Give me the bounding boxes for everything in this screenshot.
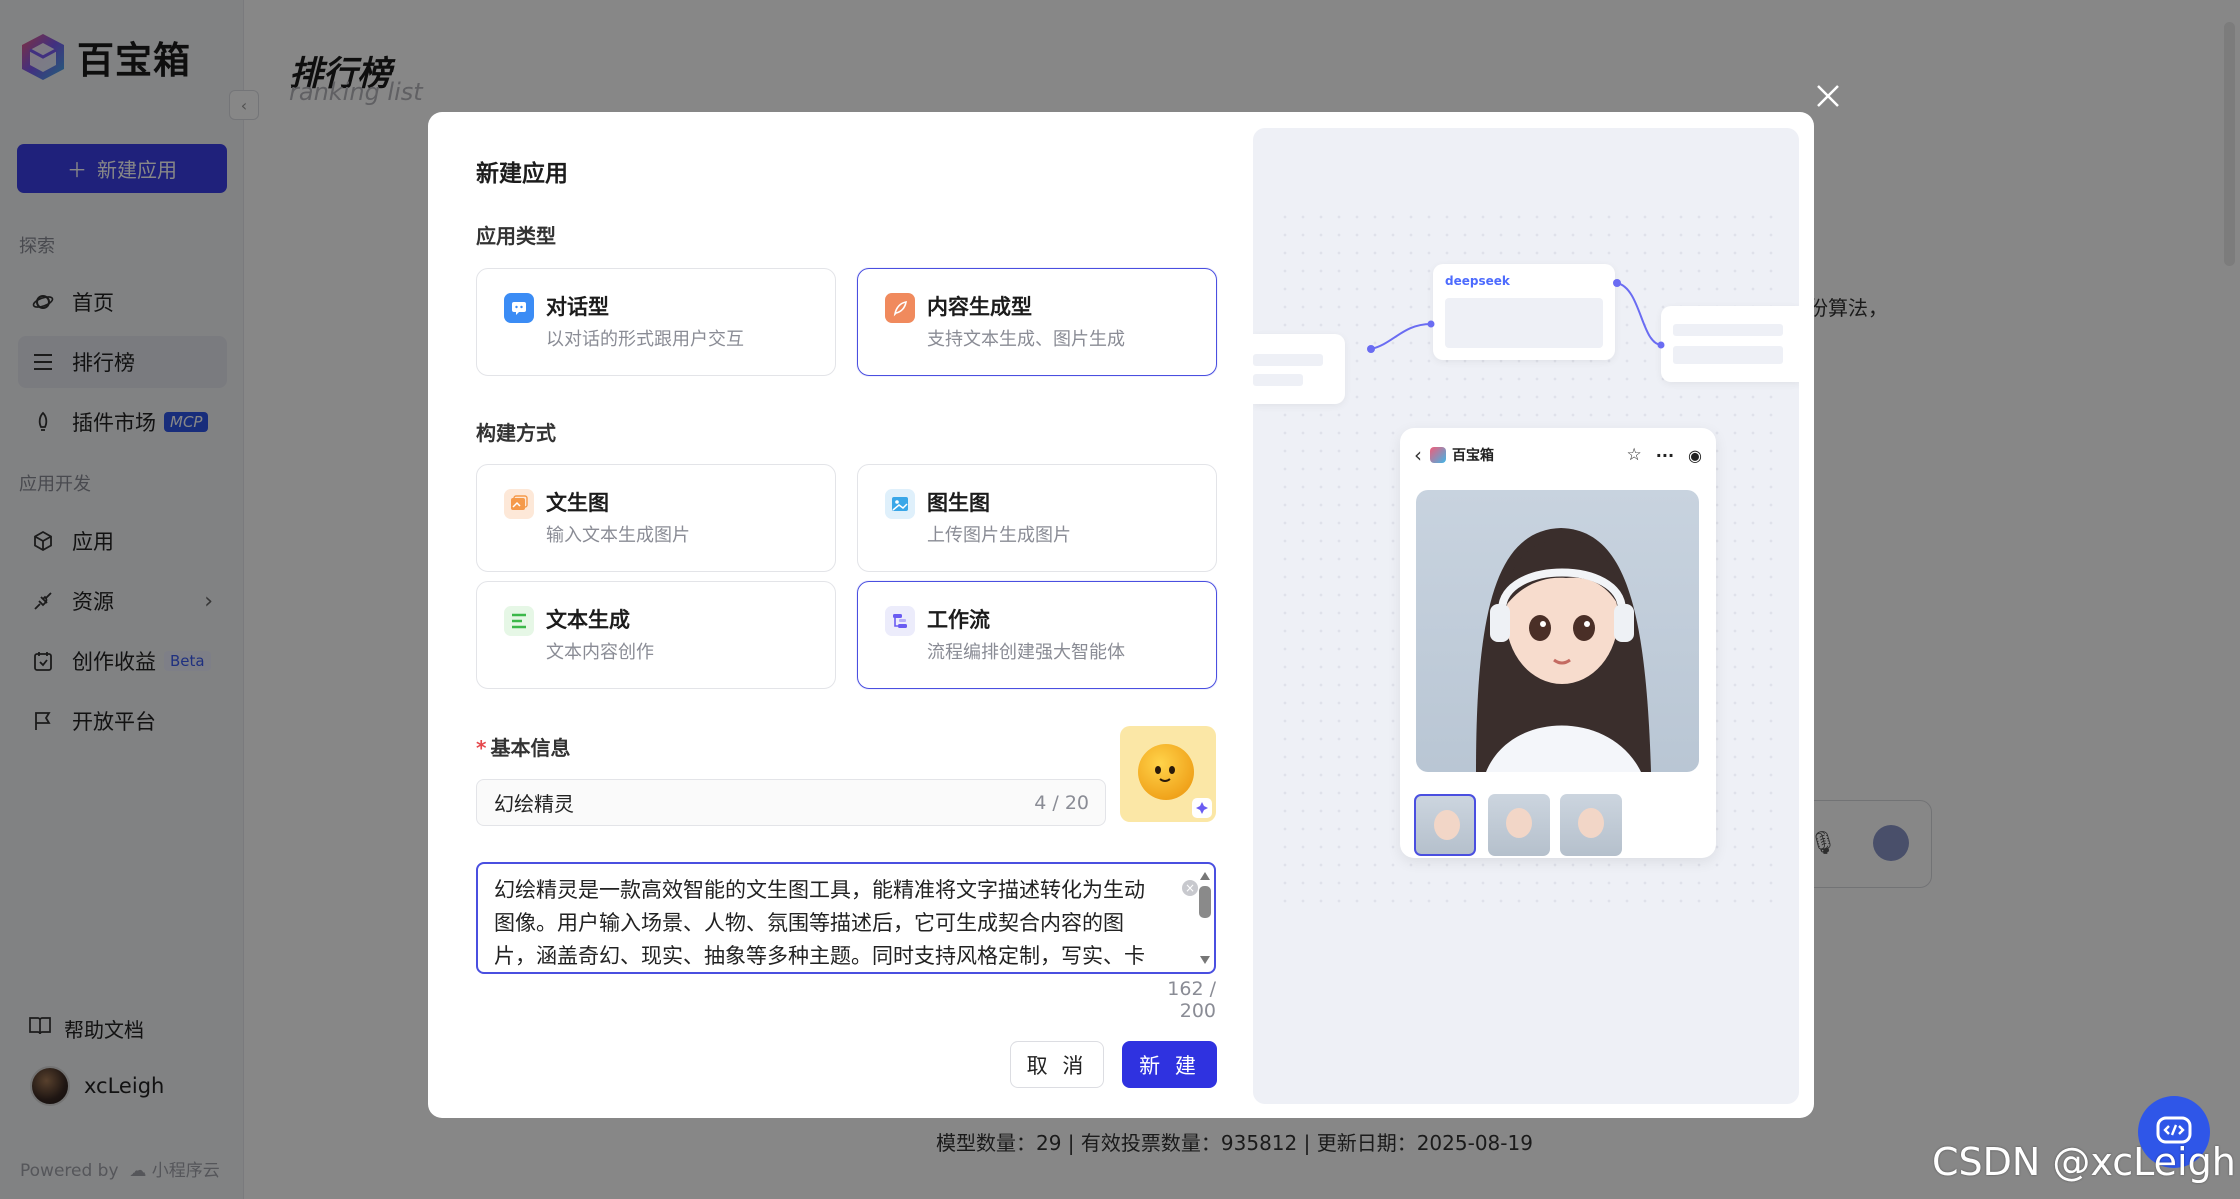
logo-small-icon — [1430, 447, 1446, 463]
card-title: 工作流 — [927, 608, 990, 632]
new-app-modal: 新建应用 应用类型 对话型 以对话的形式跟用户交互 内容生成型 支持文本生成、图… — [428, 112, 1814, 1118]
app-name-input[interactable]: 幻绘精灵 4 / 20 — [476, 779, 1106, 826]
flow-connectors — [1367, 279, 1665, 353]
card-title: 文生图 — [546, 491, 609, 515]
image-icon — [885, 489, 915, 519]
card-desc: 支持文本生成、图片生成 — [927, 329, 1125, 350]
record-icon: ◉ — [1688, 445, 1702, 465]
image-text-icon — [504, 489, 534, 519]
workflow-icon — [885, 606, 915, 636]
build-card-text-to-image[interactable]: 文生图 输入文本生成图片 — [476, 464, 836, 572]
close-icon[interactable] — [1810, 78, 1846, 114]
basic-info-label: * 基本信息 — [476, 736, 571, 760]
card-title: 对话型 — [546, 295, 609, 319]
preview-panel: deepseek ‹ 百宝箱 ☆ ··· ◉ — [1253, 128, 1799, 1104]
thumbnail-2 — [1488, 794, 1550, 856]
card-desc: 流程编排创建强大智能体 — [927, 642, 1125, 663]
app-type-label: 应用类型 — [476, 224, 556, 248]
chat-bubble-icon — [504, 293, 534, 323]
create-button[interactable]: 新 建 — [1122, 1041, 1217, 1088]
phone-preview: ‹ 百宝箱 ☆ ··· ◉ — [1400, 428, 1716, 858]
build-method-label: 构建方式 — [476, 421, 556, 445]
app-description-textarea[interactable]: 幻绘精灵是一款高效智能的文生图工具，能精准将文字描述转化为生动图像。用户输入场景… — [476, 862, 1216, 974]
emoji-avatar-icon — [1138, 744, 1212, 818]
card-desc: 上传图片生成图片 — [927, 525, 1071, 546]
phone-brand: 百宝箱 — [1452, 448, 1494, 464]
card-desc: 文本内容创作 — [546, 642, 654, 663]
build-card-image-to-image[interactable]: 图生图 上传图片生成图片 — [857, 464, 1217, 572]
cancel-button[interactable]: 取 消 — [1010, 1041, 1104, 1088]
description-char-count: 162 / 200 — [1167, 978, 1216, 1022]
more-icon: ··· — [1655, 445, 1675, 465]
card-title: 文本生成 — [546, 608, 630, 632]
star-icon: ☆ — [1626, 445, 1642, 465]
feather-icon — [885, 293, 915, 323]
build-card-text-generation[interactable]: 文本生成 文本内容创作 — [476, 581, 836, 689]
textarea-scrollbar[interactable] — [1199, 872, 1211, 964]
phone-header: ‹ 百宝箱 ☆ ··· ◉ — [1414, 440, 1702, 470]
required-mark: * — [476, 736, 487, 760]
card-desc: 以对话的形式跟用户交互 — [546, 329, 744, 350]
app-avatar-picker[interactable] — [1120, 726, 1216, 822]
build-card-workflow[interactable]: 工作流 流程编排创建强大智能体 — [857, 581, 1217, 689]
back-icon: ‹ — [1414, 443, 1422, 467]
clear-icon[interactable]: × — [1182, 880, 1198, 896]
name-char-count: 4 / 20 — [1034, 792, 1089, 814]
app-name-value: 幻绘精灵 — [494, 792, 574, 816]
card-desc: 输入文本生成图片 — [546, 525, 690, 546]
watermark: CSDN @xcLeigh — [1932, 1140, 2236, 1184]
card-title: 内容生成型 — [927, 295, 1032, 319]
description-value: 幻绘精灵是一款高效智能的文生图工具，能精准将文字描述转化为生动图像。用户输入场景… — [494, 878, 1145, 968]
modal-title: 新建应用 — [476, 161, 568, 187]
thumbnail-3 — [1560, 794, 1622, 856]
page-scrollbar[interactable] — [2224, 22, 2235, 266]
generated-image — [1416, 490, 1699, 772]
type-card-chat[interactable]: 对话型 以对话的形式跟用户交互 — [476, 268, 836, 376]
card-title: 图生图 — [927, 491, 990, 515]
anime-girl-illustration — [1476, 528, 1651, 772]
type-card-content[interactable]: 内容生成型 支持文本生成、图片生成 — [857, 268, 1217, 376]
text-lines-icon — [504, 606, 534, 636]
thumbnail-1 — [1414, 794, 1476, 856]
